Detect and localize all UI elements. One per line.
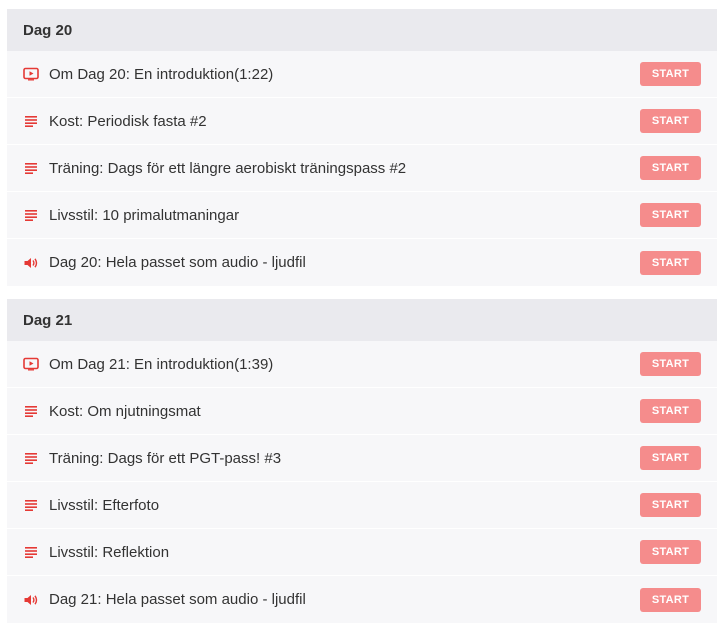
speaker-icon — [23, 255, 39, 271]
text-lines-icon — [23, 113, 39, 129]
video-icon — [23, 356, 39, 372]
start-button[interactable]: START — [640, 203, 701, 227]
lesson-row[interactable]: Om Dag 21: En introduktion(1:39) START — [7, 341, 717, 388]
lesson-row[interactable]: Livsstil: 10 primalutmaningar START — [7, 192, 717, 239]
text-lines-icon — [23, 207, 39, 223]
lesson-title: Kost: Periodisk fasta #2 — [49, 112, 207, 130]
start-button[interactable]: START — [640, 109, 701, 133]
text-lines-icon — [23, 403, 39, 419]
text-lines-icon — [23, 160, 39, 176]
lesson-title: Dag 20: Hela passet som audio - ljudfil — [49, 254, 306, 271]
section-dag-21: Dag 21 Om Dag 21: En introduktion(1:39) … — [7, 299, 717, 623]
start-button[interactable]: START — [640, 540, 701, 564]
lesson-title: Kost: Om njutningsmat — [49, 402, 201, 420]
lesson-row[interactable]: Träning: Dags för ett PGT-pass! #3 START — [7, 435, 717, 482]
start-button[interactable]: START — [640, 250, 701, 275]
section-header: Dag 20 — [7, 9, 717, 51]
lesson-row[interactable]: Kost: Om njutningsmat START — [7, 388, 717, 435]
speaker-icon — [23, 592, 39, 608]
lesson-row[interactable]: Dag 20: Hela passet som audio - ljudfil … — [7, 239, 717, 286]
lesson-row[interactable]: Livsstil: Reflektion START — [7, 529, 717, 576]
lesson-row[interactable]: Om Dag 20: En introduktion(1:22) START — [7, 51, 717, 98]
lesson-row[interactable]: Livsstil: Efterfoto START — [7, 482, 717, 529]
video-icon — [23, 66, 39, 82]
lesson-title: Träning: Dags för ett PGT-pass! #3 — [49, 449, 282, 467]
section-dag-20: Dag 20 Om Dag 20: En introduktion(1:22) … — [7, 9, 717, 286]
start-button[interactable]: START — [640, 156, 701, 180]
start-button[interactable]: START — [640, 493, 701, 517]
lesson-row[interactable]: Dag 21: Hela passet som audio - ljudfil … — [7, 576, 717, 623]
lesson-title: Träning: Dags för ett längre aerobiskt t… — [49, 159, 407, 177]
text-lines-icon — [23, 544, 39, 560]
start-button[interactable]: START — [640, 446, 701, 470]
start-button[interactable]: START — [640, 399, 701, 423]
lesson-row[interactable]: Träning: Dags för ett längre aerobiskt t… — [7, 145, 717, 192]
lesson-title: Livsstil: Reflektion — [49, 543, 170, 561]
lesson-title: Livsstil: 10 primalutmaningar — [49, 206, 240, 224]
lesson-row[interactable]: Kost: Periodisk fasta #2 START — [7, 98, 717, 145]
lesson-title: Om Dag 20: En introduktion(1:22) — [49, 65, 274, 83]
text-lines-icon — [23, 497, 39, 513]
lesson-title: Livsstil: Efterfoto — [49, 496, 160, 514]
section-header: Dag 21 — [7, 299, 717, 341]
lesson-title: Dag 21: Hela passet som audio - ljudfil — [49, 591, 306, 608]
lesson-title: Om Dag 21: En introduktion(1:39) — [49, 355, 274, 373]
start-button[interactable]: START — [640, 352, 701, 376]
start-button[interactable]: START — [640, 62, 701, 86]
text-lines-icon — [23, 450, 39, 466]
start-button[interactable]: START — [640, 587, 701, 612]
